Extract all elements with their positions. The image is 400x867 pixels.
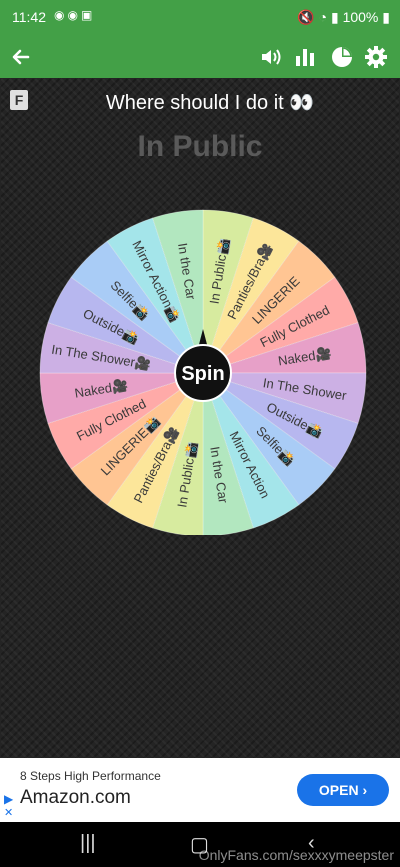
battery-level: 100% xyxy=(342,9,379,25)
volume-icon[interactable] xyxy=(258,44,284,70)
ad-subtitle: 8 Steps High Performance xyxy=(20,769,161,783)
ad-brand[interactable]: Amazon.com xyxy=(20,787,131,809)
ad-close-icon[interactable]: ✕ xyxy=(4,806,13,819)
ad-banner[interactable]: 8 Steps High Performance Amazon.com ▶ ✕ … xyxy=(0,758,400,822)
f-badge-icon[interactable]: F xyxy=(10,90,28,110)
status-icons: 🔇 ◔ ▮ xyxy=(297,9,343,25)
wheel-title: Where should I do it 👀 xyxy=(105,92,315,114)
spin-result: In Public xyxy=(137,130,263,163)
back-arrow-icon[interactable] xyxy=(8,44,34,70)
app-bar xyxy=(0,36,400,78)
status-bar: 11:42 ◉◉▣ 🔇 ◔ ▮ 100% ▮ xyxy=(0,0,400,36)
wheel-screen: F Where should I do it 👀 In Public In Pu… xyxy=(0,78,400,758)
recents-icon[interactable]: ||| xyxy=(80,832,96,855)
watermark: OnlyFans.com/sexxxymeepster xyxy=(198,847,394,863)
status-time: 11:42 xyxy=(12,9,46,25)
spin-wheel[interactable]: In Public📸Panties/Bra🎥LINGERIEFully Clot… xyxy=(33,195,373,535)
spin-label: Spin xyxy=(181,363,224,385)
ad-choices-icon[interactable]: ▶ xyxy=(4,792,13,806)
ad-open-button[interactable]: OPEN › xyxy=(297,774,389,806)
pie-chart-icon[interactable] xyxy=(329,44,355,70)
battery-icon: ▮ xyxy=(382,9,390,25)
bar-chart-icon[interactable] xyxy=(292,44,318,70)
settings-gear-icon[interactable] xyxy=(363,44,389,70)
notification-icons: ◉◉▣ xyxy=(54,8,96,22)
status-right: 🔇 ◔ ▮ 100% ▮ xyxy=(297,9,390,26)
